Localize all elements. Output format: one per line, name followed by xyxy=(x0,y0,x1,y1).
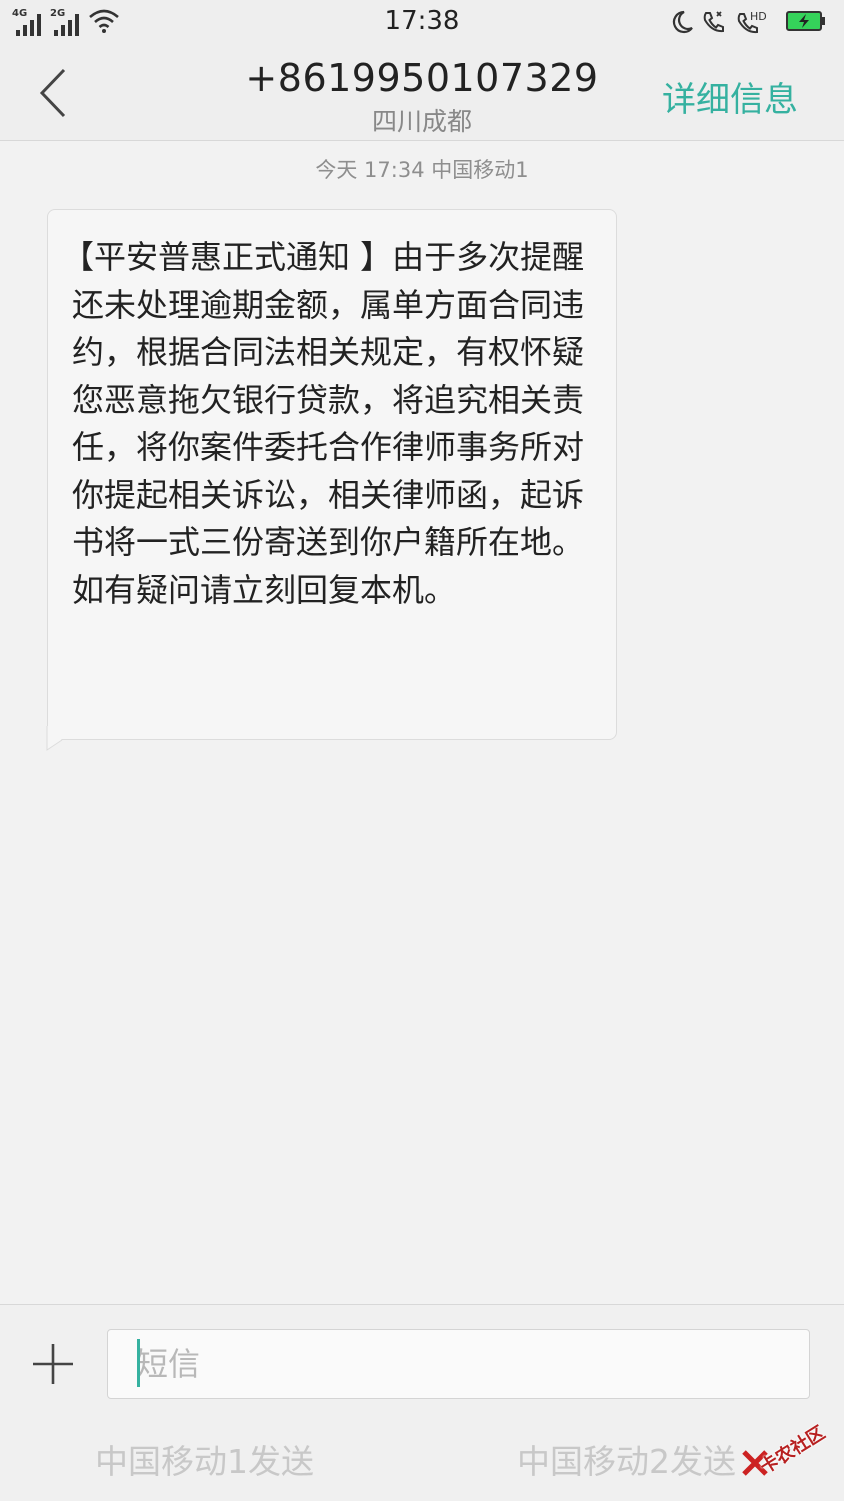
watermark-text: 卡农社区 xyxy=(756,1422,829,1479)
hd-call-icon: HD xyxy=(737,10,767,34)
hd-label: HD xyxy=(750,10,767,23)
status-bar: 4G 2G 17:38 HD xyxy=(0,0,844,46)
send-sim2-button[interactable]: 中国移动2发送 xyxy=(517,1435,736,1483)
moon-icon xyxy=(672,10,693,34)
message-text: 【平安普惠正式通知 】由于多次提醒还未处理逾期金额，属单方面合同违约，根据合同法… xyxy=(62,238,585,609)
composer-panel: 中国移动1发送 中国移动2发送 xyxy=(0,1304,844,1501)
battery-charging-icon xyxy=(786,11,825,31)
message-bubble[interactable]: 【平安普惠正式通知 】由于多次提醒还未处理逾期金额，属单方面合同违约，根据合同法… xyxy=(47,209,617,740)
sms-input[interactable] xyxy=(107,1329,810,1399)
bubble-tail xyxy=(46,726,68,751)
add-attachment-button[interactable] xyxy=(30,1341,76,1387)
plus-icon xyxy=(33,1344,73,1384)
message-timestamp: 今天 17:34 中国移动1 xyxy=(315,158,529,182)
watermark-logo: 卡农社区 xyxy=(740,1408,840,1486)
conversation-header: +8619950107329 四川成都 详细信息 xyxy=(0,46,844,141)
details-button[interactable]: 详细信息 xyxy=(662,72,798,121)
text-caret xyxy=(137,1339,140,1387)
send-sim1-button[interactable]: 中国移动1发送 xyxy=(95,1435,314,1483)
call-icon xyxy=(703,11,724,33)
